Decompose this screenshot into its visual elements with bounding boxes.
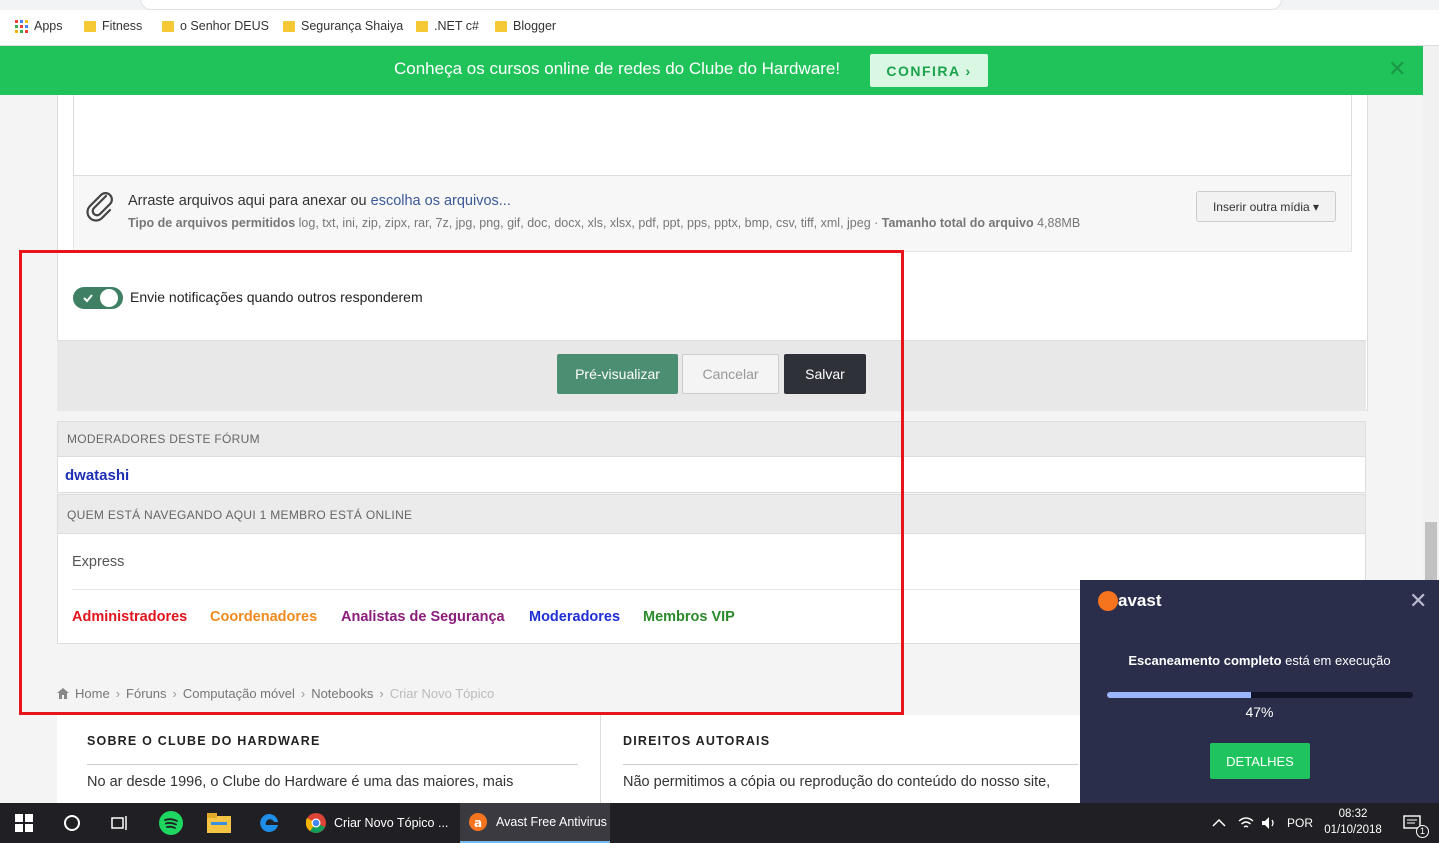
- paperclip-icon: [86, 192, 113, 222]
- close-icon[interactable]: ✕: [1409, 588, 1427, 614]
- apps-grid-icon: [15, 19, 28, 33]
- wifi-icon[interactable]: [1238, 803, 1254, 843]
- bookmark-label: Fitness: [102, 19, 143, 33]
- bookmark-seguranca-shaiya[interactable]: Segurança Shaiya: [283, 19, 403, 33]
- svg-text:a: a: [474, 816, 482, 830]
- footer-copyright-title: DIREITOS AUTORAIS: [623, 734, 771, 748]
- types-list: log, txt, ini, zip, zipx, rar, 7z, jpg, …: [295, 216, 882, 230]
- size-label: Tamanho total do arquivo: [881, 216, 1034, 230]
- volume-icon[interactable]: [1261, 803, 1277, 843]
- scan-progress-fill: [1107, 692, 1251, 698]
- bookmark-label: Apps: [34, 19, 63, 33]
- chevron-up-icon[interactable]: [1212, 803, 1226, 843]
- footer-copyright-text: Não permitimos a cópia ou reprodução do …: [623, 774, 1051, 790]
- scrollbar-thumb[interactable]: [1425, 522, 1437, 582]
- divider: [600, 715, 601, 803]
- details-button[interactable]: DETALHES: [1210, 743, 1310, 779]
- choose-files-link[interactable]: escolha os arquivos...: [371, 193, 511, 209]
- folder-icon: [283, 20, 295, 32]
- site-footer: [57, 715, 1087, 805]
- editor-textarea[interactable]: [73, 95, 1352, 176]
- avast-message-bold: Escaneamento completo: [1128, 653, 1282, 668]
- banner-text: Conheça os cursos online de redes do Clu…: [394, 59, 841, 78]
- scan-progress-text: 47%: [1245, 704, 1274, 720]
- avast-message: Escaneamento completo está em execução: [1080, 653, 1439, 668]
- language-indicator[interactable]: POR: [1287, 803, 1313, 843]
- notification-badge: 1: [1416, 825, 1429, 838]
- bookmark-fitness[interactable]: Fitness: [84, 19, 142, 33]
- windows-start-icon[interactable]: [4, 803, 44, 843]
- taskbar-app-label: Avast Free Antivirus: [496, 815, 607, 829]
- divider: [623, 764, 1078, 765]
- bookmark-apps[interactable]: Apps: [15, 19, 63, 33]
- bookmark-label: Segurança Shaiya: [301, 19, 404, 33]
- edge-icon[interactable]: [249, 803, 289, 843]
- clock-date: 01/10/2018: [1324, 824, 1382, 836]
- bookmark-blogger[interactable]: Blogger: [495, 19, 556, 33]
- avast-icon: a: [469, 813, 487, 831]
- folder-icon: [162, 20, 174, 32]
- clock[interactable]: 08:32 01/10/2018: [1322, 806, 1384, 838]
- types-label: Tipo de arquivos permitidos: [128, 216, 296, 230]
- size-value: 4,88MB: [1033, 216, 1081, 230]
- avast-logo-icon: [1098, 591, 1118, 611]
- folder-icon: [416, 20, 428, 32]
- chrome-icon: [306, 813, 326, 833]
- clock-time: 08:32: [1338, 808, 1368, 820]
- close-icon[interactable]: ✕: [1388, 56, 1406, 82]
- search-icon[interactable]: [52, 803, 92, 843]
- taskbar-app-chrome[interactable]: Criar Novo Tópico ...: [300, 803, 456, 843]
- bookmark-label: o Senhor DEUS: [180, 19, 269, 33]
- footer-about-text: No ar desde 1996, o Clube do Hardware é …: [87, 774, 514, 790]
- bookmarks-bar: Apps Fitness o Senhor DEUS Segurança Sha…: [0, 10, 1439, 46]
- bookmark-senhor-deus[interactable]: o Senhor DEUS: [162, 19, 269, 33]
- insert-media-button[interactable]: Inserir outra mídia ▾: [1196, 191, 1336, 222]
- taskbar-app-avast[interactable]: a Avast Free Antivirus: [460, 803, 610, 843]
- attachment-dropzone[interactable]: [73, 176, 1352, 252]
- avast-brand: avast: [1118, 591, 1162, 610]
- divider: [87, 764, 578, 765]
- scan-progress-bar: [1107, 692, 1413, 698]
- avast-message-rest: está em execução: [1281, 653, 1391, 668]
- folder-icon: [84, 20, 96, 32]
- confira-button[interactable]: CONFIRA ›: [870, 54, 988, 87]
- file-explorer-icon[interactable]: [199, 803, 239, 843]
- folder-icon: [495, 20, 507, 32]
- notification-icon[interactable]: 1: [1392, 803, 1432, 843]
- attach-prefix: Arraste arquivos aqui para anexar ou: [128, 193, 371, 209]
- language-label: POR: [1287, 816, 1314, 830]
- address-bar[interactable]: [140, 0, 1282, 10]
- spotify-icon[interactable]: [151, 803, 191, 843]
- bookmark-dotnet[interactable]: .NET c#: [416, 19, 479, 33]
- promo-banner: Conheça os cursos online de redes do Clu…: [0, 46, 1423, 95]
- task-view-icon[interactable]: [100, 803, 140, 843]
- bookmark-label: .NET c#: [434, 19, 479, 33]
- highlight-box: [19, 250, 904, 715]
- taskbar-app-label: Criar Novo Tópico ...: [334, 816, 449, 830]
- allowed-types: Tipo de arquivos permitidos log, txt, in…: [128, 216, 1080, 230]
- attach-instructions: Arraste arquivos aqui para anexar ou esc…: [128, 193, 511, 209]
- footer-about-title: SOBRE O CLUBE DO HARDWARE: [87, 734, 321, 748]
- bookmark-label: Blogger: [513, 19, 557, 33]
